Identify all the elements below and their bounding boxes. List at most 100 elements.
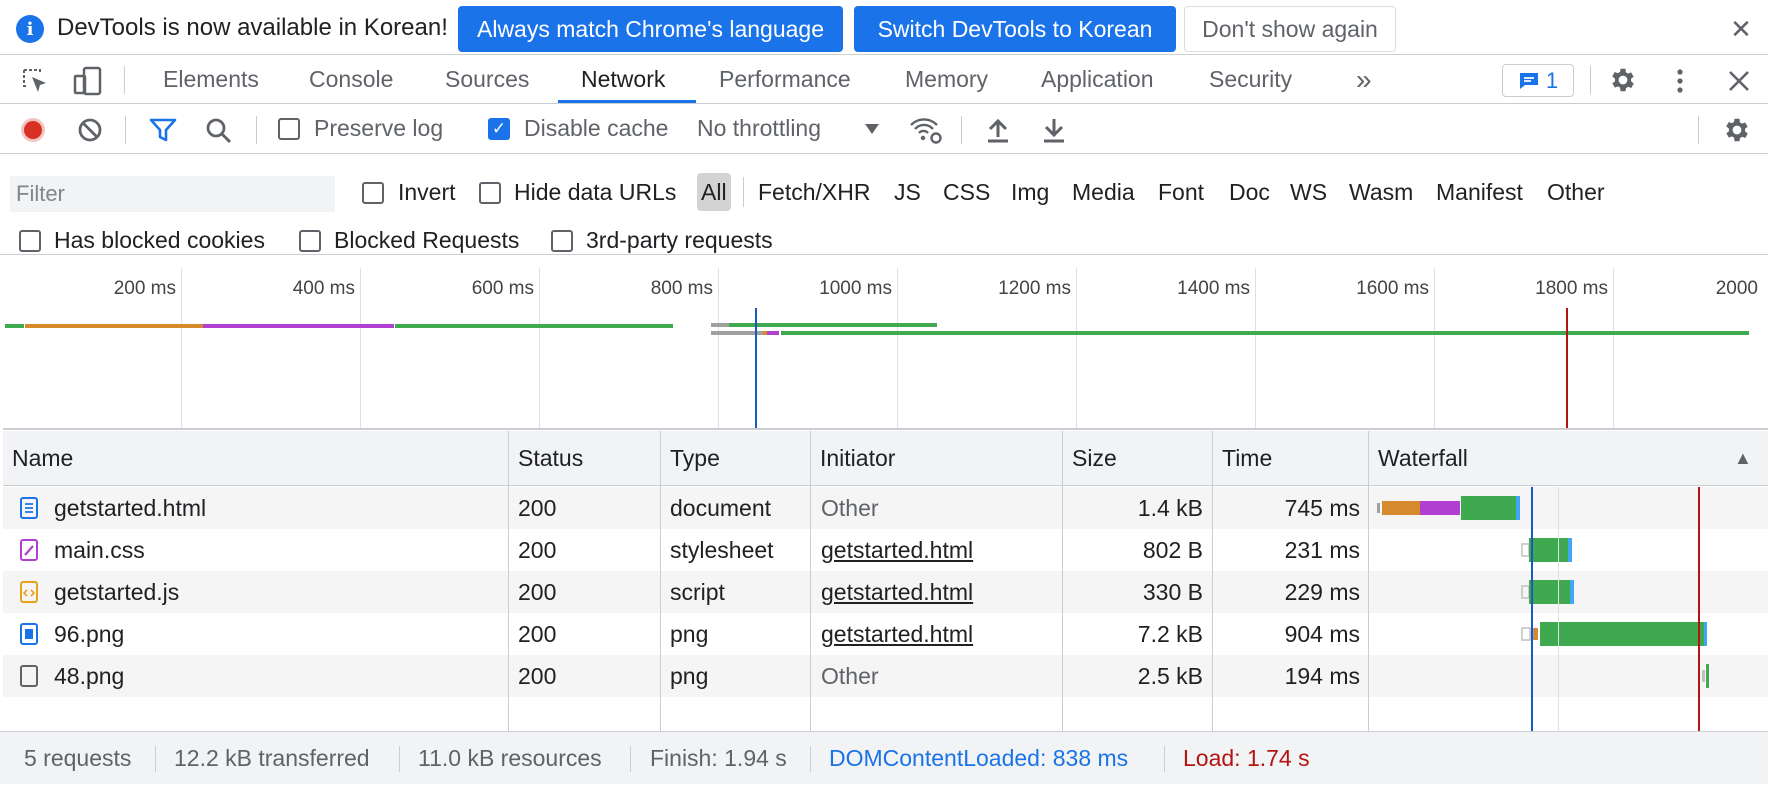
has-blocked-cookies-checkbox[interactable]	[19, 230, 41, 252]
table-row[interactable]: main.css 200 stylesheet getstarted.html …	[3, 529, 1768, 571]
invert-label: Invert	[398, 179, 456, 205]
column-divider[interactable]	[508, 431, 509, 731]
blocked-requests-checkbox[interactable]	[299, 230, 321, 252]
filter-type-js[interactable]: JS	[890, 173, 925, 211]
summary-divider	[1164, 746, 1165, 772]
blocked-requests-label: Blocked Requests	[334, 227, 520, 253]
filter-type-media[interactable]: Media	[1068, 173, 1139, 211]
invert-checkbox[interactable]	[362, 182, 384, 204]
toolbar-divider	[256, 116, 257, 144]
tab-performance[interactable]: Performance	[719, 56, 851, 103]
network-settings-gear-icon[interactable]	[1722, 115, 1752, 145]
request-initiator-link[interactable]: getstarted.html	[821, 529, 973, 571]
table-row[interactable]: 48.png 200 png Other 2.5 kB 194 ms	[3, 655, 1768, 697]
tab-console[interactable]: Console	[309, 56, 393, 103]
network-conditions-icon[interactable]	[908, 114, 944, 146]
sort-ascending-icon[interactable]: ▲	[1725, 431, 1765, 486]
column-divider[interactable]	[810, 431, 811, 731]
column-header-initiator[interactable]: Initiator	[811, 431, 1062, 486]
summary-load: Load: 1.74 s	[1183, 745, 1310, 771]
table-row[interactable]: 96.png 200 png getstarted.html 7.2 kB 90…	[3, 613, 1768, 655]
main-tab-bar: Elements Console Sources Network Perform…	[0, 56, 1768, 104]
summary-dom-content-loaded: DOMContentLoaded: 838 ms	[829, 745, 1129, 771]
throttling-select[interactable]: No throttling	[697, 115, 821, 142]
device-toolbar-icon[interactable]	[72, 65, 104, 97]
column-header-size[interactable]: Size	[1063, 431, 1212, 486]
preserve-log-checkbox[interactable]	[278, 118, 300, 140]
column-header-name[interactable]: Name	[3, 431, 509, 486]
tab-sources[interactable]: Sources	[445, 56, 529, 103]
export-har-icon[interactable]	[1041, 116, 1067, 144]
column-divider[interactable]	[1062, 431, 1063, 731]
column-header-waterfall[interactable]: Waterfall	[1369, 431, 1669, 486]
tab-memory[interactable]: Memory	[905, 56, 988, 103]
request-type: script	[670, 578, 725, 605]
filter-type-all[interactable]: All	[697, 173, 731, 211]
stylesheet-icon	[20, 539, 38, 561]
import-har-icon[interactable]	[985, 116, 1011, 144]
filter-type-img[interactable]: Img	[1007, 173, 1053, 211]
request-status: 200	[518, 578, 557, 605]
third-party-requests-label: 3rd-party requests	[586, 227, 773, 253]
settings-gear-icon[interactable]	[1608, 65, 1638, 95]
request-time: 904 ms	[1284, 620, 1360, 647]
chevron-down-icon[interactable]	[864, 123, 880, 135]
tab-network[interactable]: Network	[581, 56, 665, 103]
filter-type-manifest[interactable]: Manifest	[1432, 173, 1527, 211]
filter-type-ws[interactable]: WS	[1286, 173, 1331, 211]
overview-bar-segment	[395, 324, 673, 328]
table-row[interactable]: getstarted.js 200 script getstarted.html…	[3, 571, 1768, 613]
column-divider[interactable]	[1212, 431, 1213, 731]
filter-type-font[interactable]: Font	[1154, 173, 1208, 211]
inspect-element-icon[interactable]	[20, 66, 50, 96]
filter-bar: Invert Hide data URLs All Fetch/XHR JS C…	[0, 155, 1768, 255]
hide-data-urls-checkbox[interactable]	[479, 182, 501, 204]
request-size: 1.4 kB	[1137, 494, 1203, 521]
table-header: Name Status Type Initiator Size Time Wat…	[3, 431, 1768, 486]
filter-type-doc[interactable]: Doc	[1225, 173, 1274, 211]
filter-type-fetch-xhr[interactable]: Fetch/XHR	[754, 173, 874, 211]
clear-icon[interactable]	[77, 117, 103, 143]
filter-input[interactable]	[10, 176, 335, 212]
search-icon[interactable]	[205, 117, 233, 145]
tab-application[interactable]: Application	[1041, 56, 1154, 103]
tab-security[interactable]: Security	[1209, 56, 1292, 103]
tab-elements[interactable]: Elements	[163, 56, 259, 103]
network-overview-timeline[interactable]: 200 ms 400 ms 600 ms 800 ms 1000 ms 1200…	[3, 268, 1768, 430]
request-initiator-link[interactable]: getstarted.html	[821, 613, 973, 655]
filter-type-wasm[interactable]: Wasm	[1345, 173, 1417, 211]
toolbar-divider	[961, 116, 962, 144]
overview-bars	[5, 308, 1749, 428]
close-infobar-icon[interactable]: ✕	[1726, 14, 1756, 44]
request-initiator-link[interactable]: getstarted.html	[821, 571, 973, 613]
column-header-type[interactable]: Type	[661, 431, 810, 486]
request-size: 802 B	[1142, 536, 1203, 563]
filter-type-other[interactable]: Other	[1543, 173, 1609, 211]
more-options-icon[interactable]	[1668, 66, 1692, 96]
column-header-time[interactable]: Time	[1213, 431, 1368, 486]
record-button[interactable]	[20, 117, 46, 143]
has-blocked-cookies-label: Has blocked cookies	[54, 227, 265, 253]
filter-type-css[interactable]: CSS	[939, 173, 994, 211]
request-time: 745 ms	[1284, 494, 1360, 521]
third-party-requests-checkbox[interactable]	[551, 230, 573, 252]
request-initiator: Other	[821, 662, 879, 689]
close-devtools-icon[interactable]	[1726, 68, 1752, 94]
column-divider[interactable]	[660, 431, 661, 731]
summary-divider	[810, 746, 811, 772]
column-divider[interactable]	[1368, 431, 1369, 731]
toolbar-divider	[125, 116, 126, 144]
overview-bar-segment	[711, 323, 729, 327]
more-tabs-icon[interactable]: »	[1356, 56, 1372, 103]
document-icon	[20, 497, 38, 519]
filter-funnel-icon[interactable]	[149, 117, 177, 143]
issues-counter-button[interactable]: 1	[1502, 64, 1574, 97]
table-row[interactable]: getstarted.html 200 document Other 1.4 k…	[3, 487, 1768, 529]
hide-data-urls-label: Hide data URLs	[514, 179, 677, 205]
request-type: stylesheet	[670, 536, 774, 563]
always-match-language-button[interactable]: Always match Chrome's language	[458, 6, 843, 52]
dont-show-again-button[interactable]: Don't show again	[1184, 6, 1396, 52]
disable-cache-checkbox[interactable]: ✓	[488, 118, 510, 140]
switch-to-korean-button[interactable]: Switch DevTools to Korean	[854, 6, 1176, 52]
column-header-status[interactable]: Status	[509, 431, 660, 486]
